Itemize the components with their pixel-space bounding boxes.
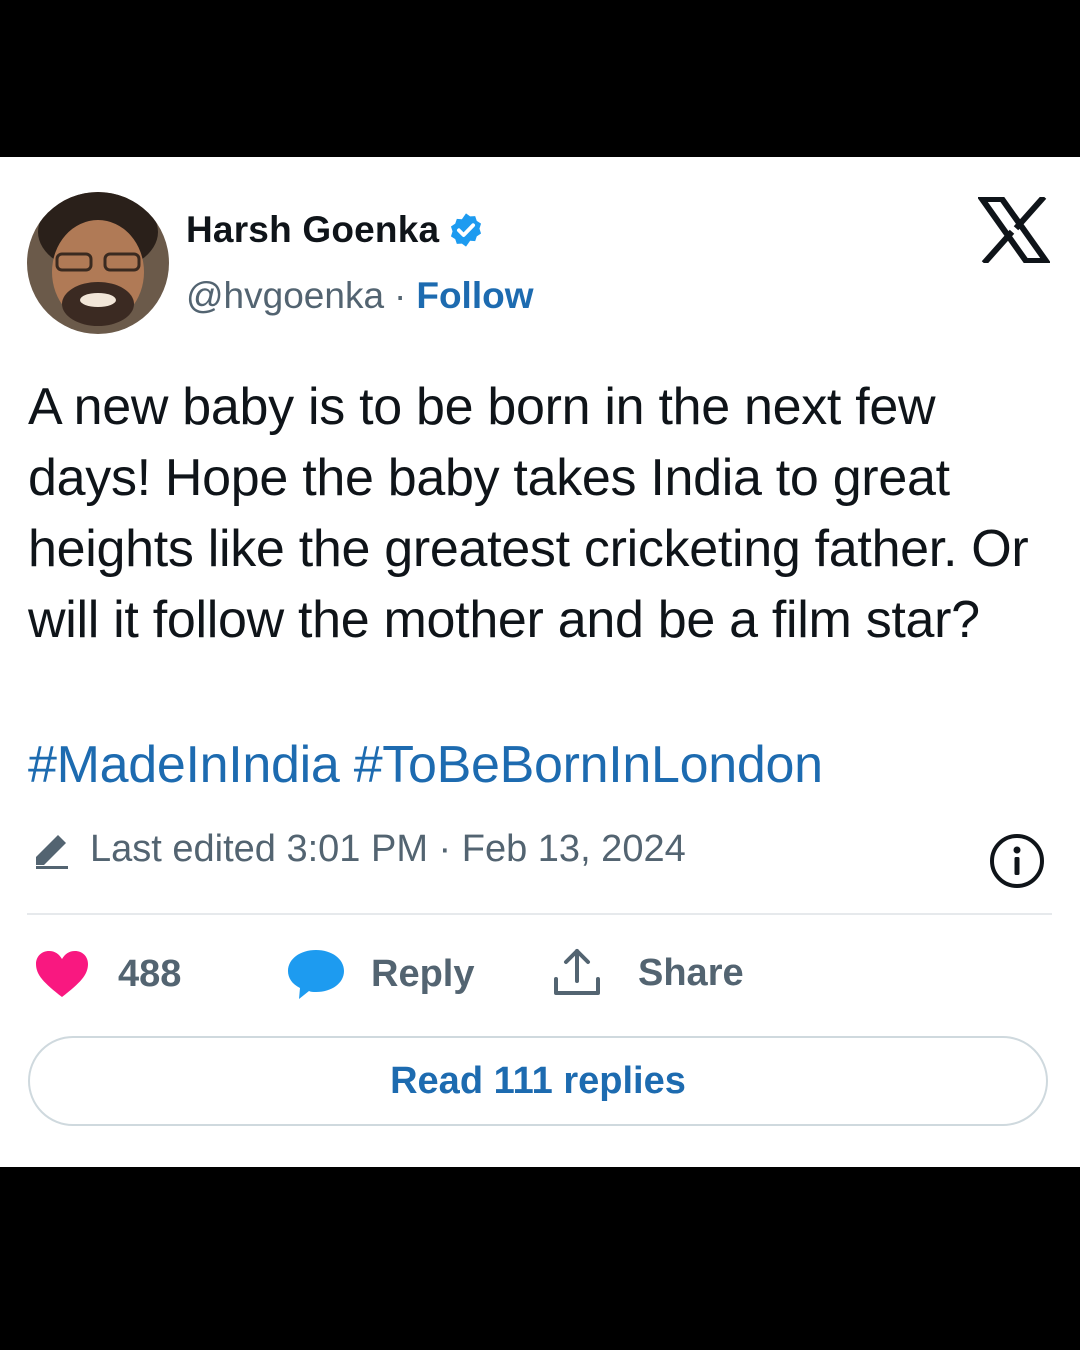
author-handle[interactable]: @hvgoenka: [186, 275, 384, 317]
author-handle-row: @hvgoenka · Follow: [186, 275, 534, 317]
tweet-text: A new baby is to be born in the next few…: [28, 378, 1029, 649]
reply-button[interactable]: Reply: [285, 947, 474, 1001]
avatar[interactable]: [27, 192, 169, 334]
like-count: 488: [118, 952, 182, 995]
edited-timestamp: Last edited 3:01 PM · Feb 13, 2024: [90, 827, 686, 870]
info-icon[interactable]: [988, 832, 1046, 890]
edit-history-link[interactable]: Last edited 3:01 PM · Feb 13, 2024: [30, 827, 686, 871]
hashtags: #MadeInIndia #ToBeBornInLondon: [28, 730, 823, 801]
tweet-card: Harsh Goenka @hvgoenka · Follow A new ba…: [0, 157, 1080, 1167]
read-replies-label: Read 111 replies: [390, 1059, 686, 1102]
action-bar: 488 Reply Share: [0, 947, 1080, 1007]
share-button[interactable]: Share: [550, 947, 744, 999]
read-replies-button[interactable]: Read 111 replies: [28, 1036, 1048, 1126]
like-button[interactable]: 488: [34, 949, 181, 999]
reply-label: Reply: [371, 952, 475, 995]
x-logo-icon[interactable]: [976, 194, 1052, 266]
verified-badge-icon: [447, 211, 485, 249]
share-upload-icon: [554, 949, 600, 995]
pencil-icon: [30, 827, 74, 871]
hashtag-link[interactable]: #ToBeBornInLondon: [354, 736, 823, 794]
hashtag-link[interactable]: #MadeInIndia: [28, 736, 340, 794]
divider: [27, 913, 1052, 915]
heart-icon: [36, 951, 88, 997]
share-label: Share: [638, 951, 744, 994]
separator-dot: ·: [394, 275, 407, 316]
speech-bubble-icon: [288, 950, 344, 999]
follow-button[interactable]: Follow: [416, 275, 533, 317]
author-name[interactable]: Harsh Goenka: [186, 209, 439, 251]
author-name-row: Harsh Goenka: [186, 209, 485, 251]
